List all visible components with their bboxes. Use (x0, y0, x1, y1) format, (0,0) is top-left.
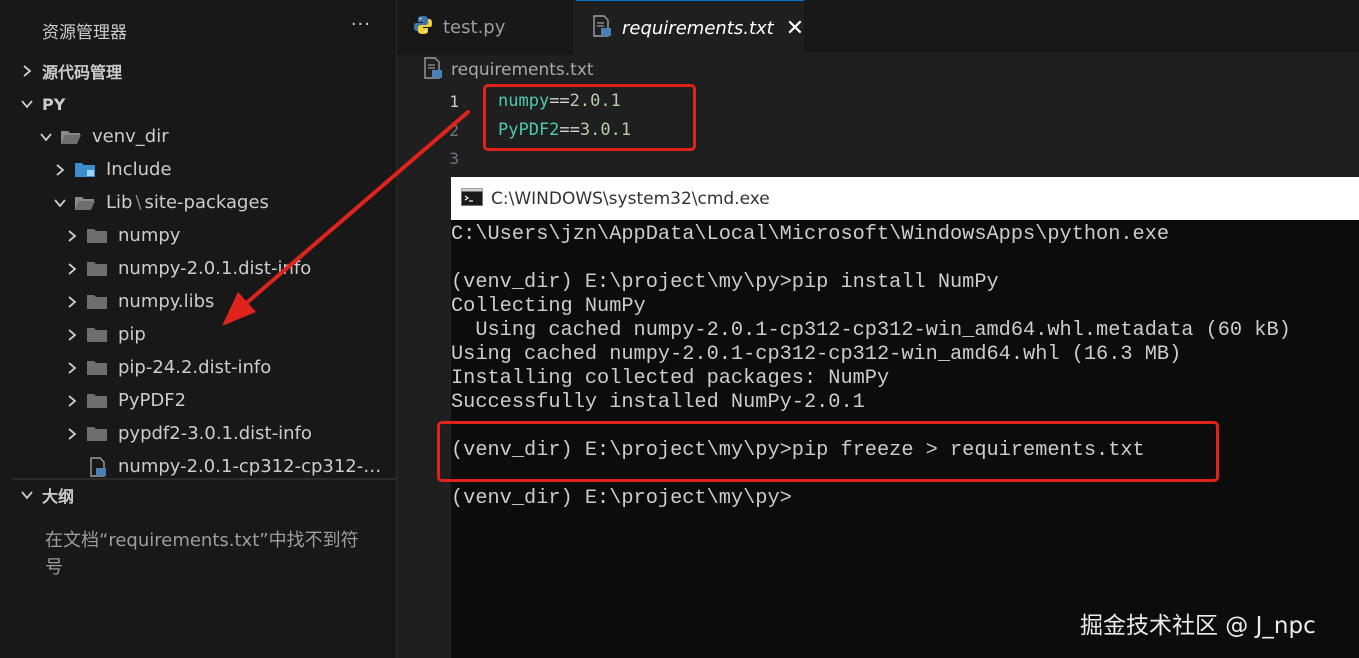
line-number: 1 (449, 92, 459, 111)
tree-item-numpy-dist-info[interactable]: numpy-2.0.1.dist-info (12, 252, 396, 285)
tree-item-pip-dist-info[interactable]: pip-24.2.dist-info (12, 351, 396, 384)
tree-item-label: pypdf2-3.0.1.dist-info (118, 423, 312, 444)
close-icon[interactable]: ✕ (786, 16, 804, 41)
section-label: 源代码管理 (42, 63, 123, 82)
tree-item-pypdf2[interactable]: PyPDF2 (12, 384, 396, 417)
freeze-command-highlight-box (437, 421, 1219, 482)
chevron-right-icon (52, 153, 68, 186)
chevron-down-icon (12, 98, 42, 110)
tab-requirements-txt[interactable]: requirements.txt ✕ (576, 0, 804, 55)
text-file-icon (423, 57, 443, 83)
cmd-icon (461, 187, 483, 210)
console-line: Installing collected packages: NumPy (451, 367, 890, 390)
console-line: (venv_dir) E:\project\my\py> (451, 487, 792, 510)
folder-open-icon (60, 128, 82, 146)
chevron-right-icon (64, 252, 80, 285)
folder-icon (86, 326, 108, 344)
path-segment-lib: Lib (106, 192, 133, 213)
outline-empty-message: 在文档“requirements.txt”中找不到符号 (45, 530, 359, 578)
chevron-down-icon (12, 489, 42, 501)
section-label: 大纲 (42, 487, 75, 506)
tree-item-numpy-libs[interactable]: numpy.libs (12, 285, 396, 318)
cmd-title-bar[interactable]: C:\WINDOWS\system32\cmd.exe (451, 177, 1359, 220)
text-file-icon (592, 15, 612, 41)
tree-item-venv-dir[interactable]: venv_dir (12, 120, 396, 153)
tab-test-py[interactable]: test.py (397, 0, 575, 54)
tab-label: test.py (443, 16, 506, 38)
chevron-right-icon (64, 285, 80, 318)
path-segment-site-packages: site-packages (144, 192, 269, 213)
tree-item-include[interactable]: Include (12, 153, 396, 186)
breadcrumb: requirements.txt (397, 55, 1359, 85)
line-number: 2 (449, 121, 459, 140)
tree-item-lib-site-packages[interactable]: Lib \ site-packages (12, 186, 396, 219)
activity-bar (0, 0, 12, 658)
explorer-sidebar: 资源管理器 ··· 源代码管理 PY venv_dir Include Lib \… (0, 0, 397, 658)
chevron-down-icon (52, 186, 68, 219)
tree-item-label: Lib \ site-packages (106, 192, 269, 213)
path-separator: \ (135, 192, 142, 213)
tree-item-label: PyPDF2 (118, 390, 187, 411)
tree-item-numpy[interactable]: numpy (12, 219, 396, 252)
explorer-title: 资源管理器 (42, 23, 127, 43)
folder-icon (86, 227, 108, 245)
tree-item-pypdf2-dist-info[interactable]: pypdf2-3.0.1.dist-info (12, 417, 396, 450)
tree-item-label: numpy-2.0.1.dist-info (118, 258, 312, 279)
watermark: 掘金技术社区 @ J_npc (1080, 613, 1316, 639)
section-label: PY (42, 94, 66, 114)
breadcrumb-file[interactable]: requirements.txt (451, 60, 594, 80)
section-outline[interactable]: 大纲 (12, 480, 396, 510)
folder-icon (86, 425, 108, 443)
section-py[interactable]: PY (12, 89, 396, 119)
tree-item-label: pip-24.2.dist-info (118, 357, 272, 378)
folder-icon (86, 293, 108, 311)
chevron-right-icon (64, 417, 80, 450)
tree-item-label: pip (118, 324, 146, 345)
chevron-right-icon (12, 64, 42, 78)
folder-open-icon (74, 194, 96, 212)
console-line: Using cached numpy-2.0.1-cp312-cp312-win… (451, 343, 1182, 366)
tree-item-pip[interactable]: pip (12, 318, 396, 351)
tree-item-label: venv_dir (92, 126, 169, 147)
section-source-control[interactable]: 源代码管理 (12, 56, 396, 86)
ellipsis-icon[interactable]: ··· (351, 14, 371, 35)
line-number: 3 (449, 149, 459, 168)
file-icon (88, 456, 108, 477)
cmd-window[interactable]: C:\WINDOWS\system32\cmd.exe C:\Users\jzn… (451, 177, 1359, 658)
folder-icon (86, 359, 108, 377)
requirements-highlight-box (483, 84, 696, 151)
cmd-title: C:\WINDOWS\system32\cmd.exe (491, 188, 770, 209)
console-line: C:\Users\jzn\AppData\Local\Microsoft\Win… (451, 223, 1170, 246)
chevron-right-icon (64, 351, 80, 384)
console-line: Successfully installed NumPy-2.0.1 (451, 391, 865, 414)
tab-bar: test.py requirements.txt ✕ (397, 0, 1359, 55)
tree-item-label: numpy.libs (118, 291, 215, 312)
tab-label: requirements.txt (622, 17, 774, 39)
include-folder-icon (74, 161, 96, 179)
console-line: Collecting NumPy (451, 295, 646, 318)
folder-icon (86, 392, 108, 410)
python-icon (413, 15, 433, 39)
chevron-right-icon (64, 318, 80, 351)
chevron-down-icon (38, 120, 54, 153)
folder-icon (86, 260, 108, 278)
chevron-right-icon (64, 384, 80, 417)
console-line: Using cached numpy-2.0.1-cp312-cp312-win… (451, 319, 1291, 342)
tree-item-label: numpy (118, 225, 181, 246)
tree-item-label: Include (106, 159, 172, 180)
chevron-right-icon (64, 219, 80, 252)
tree-item-label: numpy-2.0.1-cp312-cp312-win_amd64.whl (118, 456, 388, 477)
console-line: (venv_dir) E:\project\my\py>pip install … (451, 271, 999, 294)
